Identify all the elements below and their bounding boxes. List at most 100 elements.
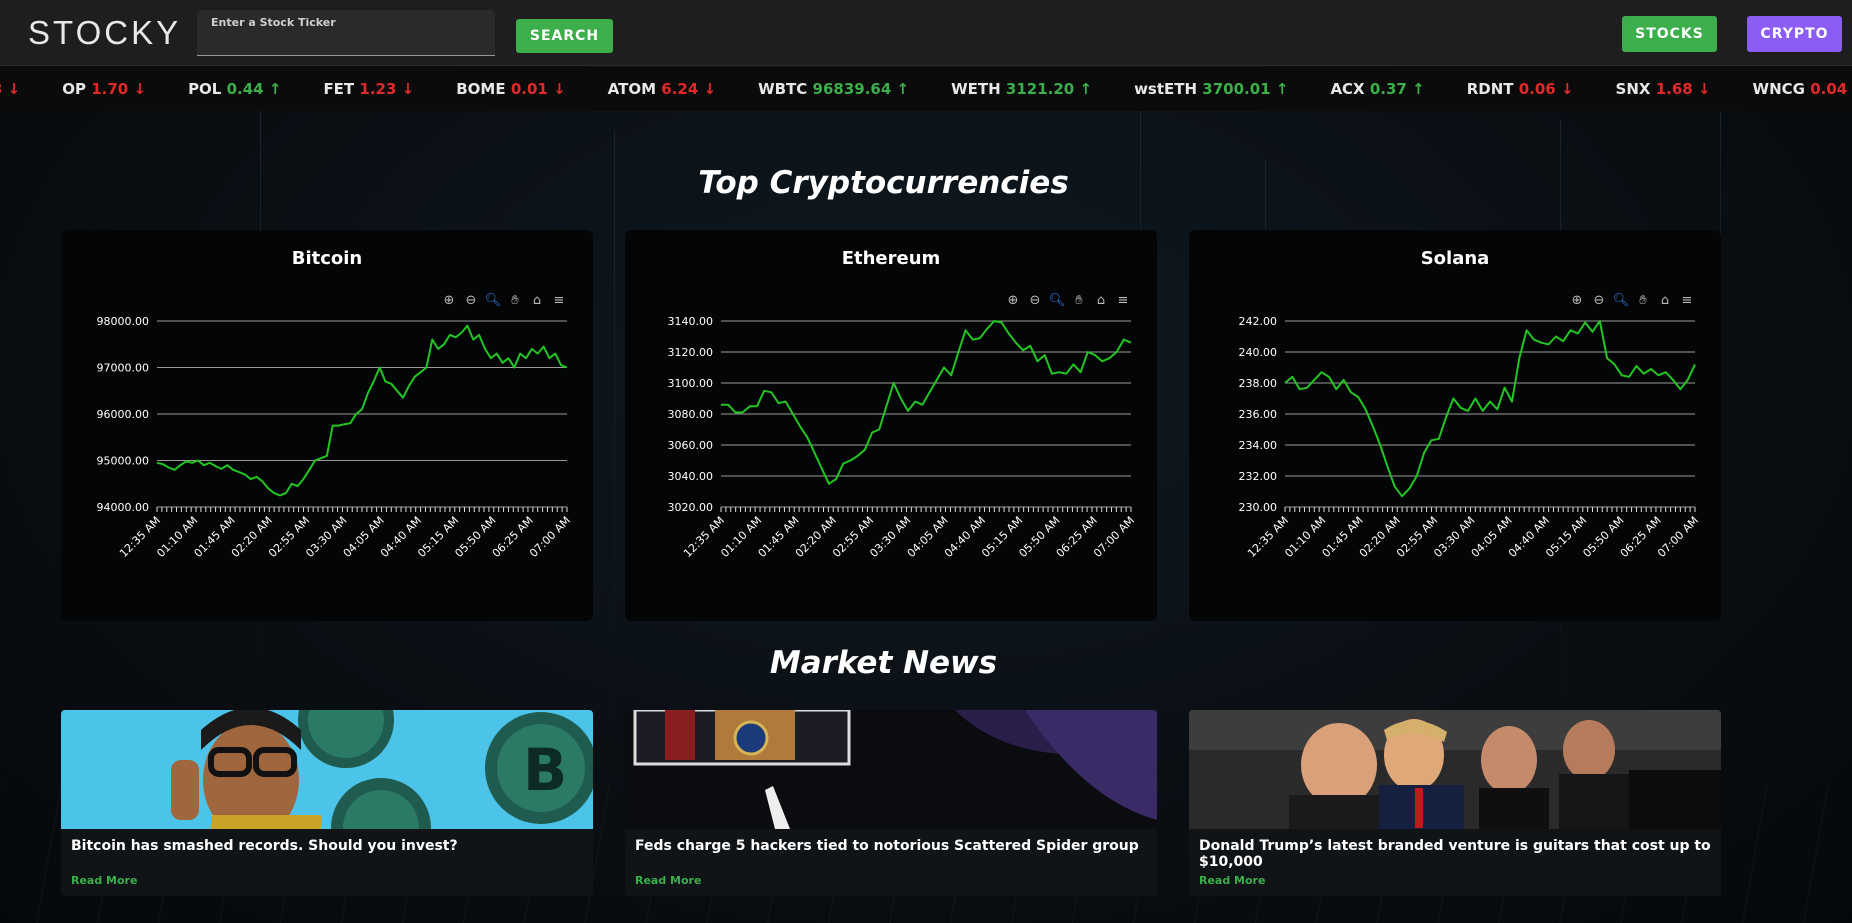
ticker-value: 3121.20: [1005, 80, 1075, 98]
price-series-line: [1284, 320, 1696, 498]
ticker-item: WNCG 0.04 ↓: [1753, 80, 1852, 98]
news-image-trump-ringside[interactable]: [1189, 710, 1721, 829]
price-series-line: [156, 324, 568, 497]
top-navbar: STOCKY SEARCH STOCKS CRYPTO: [0, 0, 1852, 66]
x-tick-label: 07:00 AM: [1091, 514, 1137, 560]
y-tick-label: 98000.00: [97, 315, 150, 328]
ticker-value: 96839.64: [812, 80, 892, 98]
ticker-item: ACX 0.37 ↑: [1330, 80, 1424, 98]
ethereum-chart-card: Ethereum ⊕ ⊖ 🔍︎ ✋︎ ⌂ ≡ 3020.00 3040.00 306…: [625, 230, 1157, 621]
stocks-nav-button[interactable]: STOCKS: [1622, 16, 1717, 52]
solana-line-chart: 230.00 232.00 234.00 236.00 238.00 240.00 242.…: [1239, 315, 1702, 560]
arrow-up-icon: ↑: [896, 80, 910, 98]
y-tick-label: 95000.00: [97, 455, 150, 468]
arrow-down-icon: ↓: [703, 80, 717, 98]
ticker-item: POL 0.44 ↑: [188, 80, 281, 98]
ticker-value: 1.23: [359, 80, 397, 98]
ticker-search-field[interactable]: [197, 10, 495, 56]
ticker-symbol: SNX: [1615, 80, 1651, 98]
y-tick-label: 97000.00: [97, 362, 150, 375]
bitcoin-line-chart: 94000.00 95000.00 96000.00 97000.00 98000.00…: [97, 315, 574, 560]
ticker-item: SNX 1.68 ↓: [1616, 80, 1711, 98]
ticker-value: 0.06: [1518, 80, 1556, 98]
ticker-value: 3: [0, 80, 8, 98]
news-image-hackers-doj[interactable]: [625, 710, 1157, 829]
y-tick-label: 3020.00: [668, 501, 714, 514]
bitcoin-chart-card: Bitcoin ⊕ ⊖ 🔍︎ ✋︎ ⌂ ≡ 94000.00 95000.00 96…: [61, 230, 593, 621]
arrow-up-icon: ↑: [1275, 80, 1289, 98]
news-headline[interactable]: Feds charge 5 hackers tied to notorious …: [635, 838, 1139, 854]
price-series-line: [721, 320, 1132, 485]
y-tick-label: 230.00: [1239, 501, 1278, 514]
search-button[interactable]: SEARCH: [516, 19, 613, 53]
news-card[interactable]: Donald Trump’s latest branded venture is…: [1189, 710, 1721, 896]
news-headline[interactable]: Donald Trump’s latest branded venture is…: [1199, 838, 1721, 870]
arrow-down-icon: ↓: [401, 80, 415, 98]
ticker-item: BOME 0.01 ↓: [456, 80, 565, 98]
arrow-down-icon: ↓: [1697, 80, 1711, 98]
top-cryptocurrencies-heading: Top Cryptocurrencies: [698, 165, 1069, 201]
ticker-item: ATOM 6.24 ↓: [608, 80, 716, 98]
y-tick-label: 238.00: [1239, 377, 1278, 390]
arrow-down-icon: ↓: [7, 80, 21, 98]
news-card[interactable]: Feds charge 5 hackers tied to notorious …: [625, 710, 1157, 896]
ticker-symbol: FET: [323, 80, 355, 98]
y-tick-label: 3080.00: [668, 408, 714, 421]
y-tick-label: 240.00: [1239, 346, 1278, 359]
y-tick-label: 3120.00: [668, 346, 714, 359]
ticker-symbol: ACX: [1330, 80, 1365, 98]
x-tick-label: 07:00 AM: [1655, 514, 1701, 560]
ticker-value: 0.04: [1810, 80, 1848, 98]
y-tick-label: 232.00: [1239, 470, 1278, 483]
arrow-down-icon: ↓: [133, 80, 147, 98]
arrow-up-icon: ↑: [1412, 80, 1425, 98]
ticker-value: 0.44: [226, 80, 264, 98]
y-tick-label: 3040.00: [668, 470, 714, 483]
ticker-value: 3700.01: [1202, 80, 1271, 98]
ticker-symbol: wstETH: [1134, 80, 1198, 98]
ticker-symbol: POL: [188, 80, 222, 98]
ticker-item: FET 1.23 ↓: [323, 80, 414, 98]
ticker-value: 0.37: [1369, 80, 1407, 98]
read-more-link[interactable]: Read More: [1199, 874, 1265, 887]
ticker-value: 1.70: [91, 80, 129, 98]
arrow-up-icon: ↑: [1079, 80, 1093, 98]
y-tick-label: 236.00: [1239, 408, 1278, 421]
ethereum-line-chart: 3020.00 3040.00 3060.00 3080.00 3100.00 3120.…: [668, 315, 1138, 560]
ticker-value: 6.24: [661, 80, 699, 98]
read-more-link[interactable]: Read More: [71, 874, 137, 887]
ticker-search-input[interactable]: [211, 16, 481, 29]
y-tick-label: 3060.00: [668, 439, 714, 452]
ticker-symbol: OP: [62, 80, 86, 98]
y-tick-label: 3100.00: [668, 377, 714, 390]
stocky-logo[interactable]: STOCKY: [28, 14, 181, 52]
ticker-item: 3 ↓: [0, 80, 20, 98]
ticker-item: RDNT 0.06 ↓: [1467, 80, 1574, 98]
ticker-value: 0.01: [510, 80, 548, 98]
arrow-down-icon: ↓: [553, 80, 566, 98]
ticker-symbol: WNCG: [1752, 80, 1805, 98]
ticker-item: wstETH 3700.01 ↑: [1134, 80, 1288, 98]
ticker-value: 1.68: [1655, 80, 1693, 98]
news-image-bitcoin-investor[interactable]: B: [61, 710, 593, 829]
y-tick-label: 96000.00: [97, 408, 150, 421]
ticker-symbol: ATOM: [607, 80, 657, 98]
svg-text:B: B: [523, 736, 567, 804]
y-tick-label: 234.00: [1239, 439, 1278, 452]
y-tick-label: 242.00: [1239, 315, 1278, 328]
ticker-symbol: RDNT: [1466, 80, 1514, 98]
news-headline[interactable]: Bitcoin has smashed records. Should you …: [71, 838, 458, 854]
ticker-symbol: WETH: [951, 80, 1001, 98]
price-ticker: 3 ↓OP 1.70 ↓POL 0.44 ↑FET 1.23 ↓BOME 0.0…: [0, 67, 1852, 111]
ticker-symbol: WBTC: [758, 80, 808, 98]
ticker-track: 3 ↓OP 1.70 ↓POL 0.44 ↑FET 1.23 ↓BOME 0.0…: [0, 80, 1852, 98]
crypto-nav-button[interactable]: CRYPTO: [1747, 16, 1842, 52]
read-more-link[interactable]: Read More: [635, 874, 701, 887]
x-tick-label: 07:00 AM: [527, 514, 573, 560]
ticker-item: WBTC 96839.64 ↑: [758, 80, 909, 98]
news-card[interactable]: B Bitcoin has smashed records. Should yo…: [61, 710, 593, 896]
market-news-heading: Market News: [769, 645, 998, 681]
y-tick-label: 94000.00: [97, 501, 150, 514]
ticker-item: WETH 3121.20 ↑: [951, 80, 1092, 98]
arrow-up-icon: ↑: [268, 80, 282, 98]
